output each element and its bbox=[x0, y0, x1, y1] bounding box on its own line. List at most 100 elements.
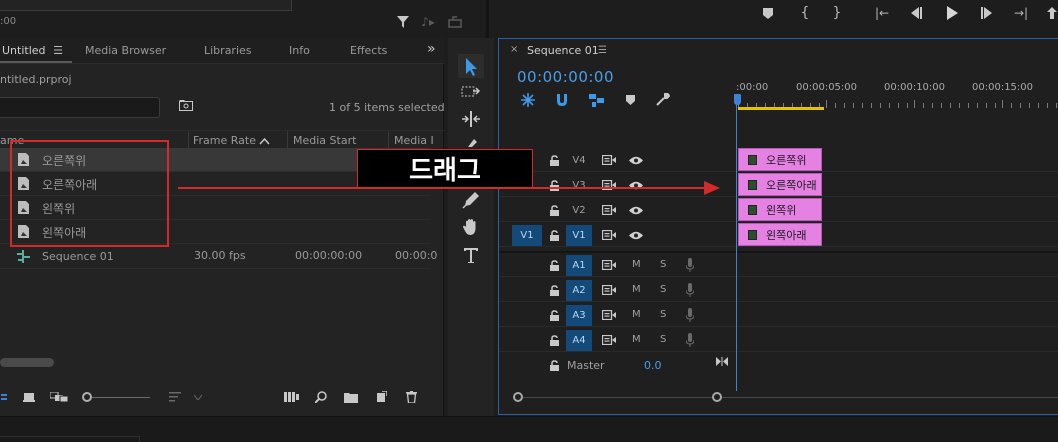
freeform-view-icon[interactable] bbox=[49, 390, 69, 404]
mark-in-icon[interactable]: { bbox=[797, 5, 813, 21]
track-name[interactable]: A1 bbox=[566, 255, 592, 276]
tab-media-browser[interactable]: Media Browser bbox=[85, 44, 166, 57]
lock-icon[interactable] bbox=[549, 359, 559, 371]
scroll-start-handle[interactable] bbox=[513, 392, 523, 402]
scroll-end-handle[interactable] bbox=[712, 392, 722, 402]
step-forward-icon[interactable] bbox=[978, 5, 996, 21]
solo-button[interactable]: S bbox=[660, 284, 666, 295]
timeline-zoom-scrollbar[interactable] bbox=[516, 397, 1058, 398]
microphone-icon[interactable] bbox=[684, 282, 696, 298]
linked-selection-icon[interactable] bbox=[587, 92, 605, 108]
lock-icon[interactable] bbox=[549, 284, 559, 296]
go-to-end-icon[interactable] bbox=[715, 355, 729, 367]
project-item-row[interactable]: Sequence 01 30.00 fps 00:00:00:00 00:00:… bbox=[0, 245, 437, 269]
mute-button[interactable]: M bbox=[632, 309, 641, 320]
panel-menu-icon[interactable]: ☰ bbox=[52, 44, 64, 56]
play-icon[interactable] bbox=[943, 5, 961, 21]
lock-icon[interactable] bbox=[549, 154, 559, 166]
more-tabs-icon[interactable]: » bbox=[427, 41, 436, 57]
hand-tool[interactable] bbox=[458, 215, 484, 239]
wrench-settings-icon[interactable] bbox=[654, 92, 672, 108]
track-name[interactable]: A3 bbox=[566, 305, 592, 326]
column-frame-rate[interactable]: Frame Rate bbox=[193, 134, 256, 147]
type-tool[interactable] bbox=[458, 243, 484, 267]
timeline-clip[interactable]: 오른쪽아래 bbox=[738, 173, 822, 196]
lock-icon[interactable] bbox=[549, 229, 559, 241]
ripple-edit-tool[interactable] bbox=[458, 107, 484, 131]
sort-ascending-icon[interactable] bbox=[258, 135, 270, 147]
trash-icon[interactable] bbox=[404, 389, 418, 404]
track-name[interactable]: A2 bbox=[566, 280, 592, 301]
track-name[interactable]: V4 bbox=[566, 150, 592, 171]
list-view-icon[interactable] bbox=[0, 390, 8, 404]
microphone-icon[interactable] bbox=[684, 307, 696, 323]
mark-out-icon[interactable]: } bbox=[829, 5, 845, 21]
audio-insert-icon[interactable]: ♪▸ bbox=[420, 14, 436, 30]
work-area-bar[interactable] bbox=[738, 107, 824, 110]
export-frame-icon[interactable] bbox=[447, 14, 463, 30]
new-bin-icon[interactable] bbox=[343, 390, 359, 404]
sync-lock-icon[interactable] bbox=[601, 308, 617, 322]
snap-magnet-icon[interactable] bbox=[554, 92, 570, 108]
tab-libraries[interactable]: Libraries bbox=[204, 44, 252, 57]
column-divider[interactable] bbox=[287, 131, 288, 149]
filter-icon[interactable] bbox=[396, 15, 410, 29]
sync-lock-icon[interactable] bbox=[601, 203, 617, 217]
lock-icon[interactable] bbox=[549, 309, 559, 321]
sync-lock-icon[interactable] bbox=[601, 153, 617, 167]
eye-icon[interactable] bbox=[628, 153, 644, 167]
tab-project-untitled[interactable]: Untitled bbox=[2, 44, 46, 57]
close-icon[interactable]: × bbox=[510, 44, 518, 55]
timeline-clip[interactable]: 왼쪽위 bbox=[738, 198, 822, 221]
mute-button[interactable]: M bbox=[632, 259, 641, 270]
go-to-out-icon[interactable]: →| bbox=[1012, 5, 1030, 21]
sync-lock-icon[interactable] bbox=[601, 283, 617, 297]
tab-info[interactable]: Info bbox=[289, 44, 310, 57]
sync-lock-icon[interactable] bbox=[601, 258, 617, 272]
column-divider[interactable] bbox=[388, 131, 389, 149]
add-marker-icon[interactable] bbox=[623, 93, 637, 107]
timeline-timecode[interactable]: 00:00:00:00 bbox=[517, 68, 614, 86]
column-media-start[interactable]: Media Start bbox=[293, 134, 356, 147]
lock-icon[interactable] bbox=[549, 334, 559, 346]
column-media-end[interactable]: Media I bbox=[394, 134, 434, 147]
horizontal-scrollbar[interactable] bbox=[0, 358, 54, 367]
automate-to-sequence-icon[interactable] bbox=[283, 390, 299, 404]
razor-tool[interactable] bbox=[458, 133, 484, 147]
lock-icon[interactable] bbox=[549, 259, 559, 271]
eye-icon[interactable] bbox=[628, 203, 644, 217]
new-search-bin-icon[interactable] bbox=[178, 99, 193, 112]
new-item-icon[interactable] bbox=[374, 389, 388, 404]
playhead-line[interactable] bbox=[736, 95, 737, 391]
add-marker-icon[interactable] bbox=[761, 6, 775, 20]
search-input[interactable] bbox=[0, 97, 160, 118]
selection-tool[interactable] bbox=[458, 54, 484, 78]
panel-menu-icon[interactable]: ☰ bbox=[598, 45, 607, 56]
track-name[interactable]: A4 bbox=[566, 330, 592, 351]
tab-sequence[interactable]: Sequence 01 bbox=[527, 44, 599, 57]
icon-view-icon[interactable] bbox=[22, 390, 36, 404]
master-volume-value[interactable]: 0.0 bbox=[644, 359, 662, 372]
find-icon[interactable] bbox=[314, 389, 328, 404]
solo-button[interactable]: S bbox=[660, 334, 666, 345]
nest-sequence-icon[interactable] bbox=[520, 92, 536, 108]
playhead-handle[interactable] bbox=[734, 94, 741, 105]
zoom-slider-handle[interactable] bbox=[82, 392, 92, 402]
sync-lock-icon[interactable] bbox=[601, 228, 617, 242]
go-to-in-icon[interactable]: |← bbox=[873, 5, 891, 21]
solo-button[interactable]: S bbox=[660, 309, 666, 320]
mute-button[interactable]: M bbox=[632, 334, 641, 345]
tab-effects[interactable]: Effects bbox=[350, 44, 387, 57]
timeline-clip[interactable]: 왼쪽아래 bbox=[738, 223, 822, 246]
track-name[interactable]: V1 bbox=[566, 225, 592, 246]
solo-button[interactable]: S bbox=[660, 259, 666, 270]
sort-icons-icon[interactable] bbox=[168, 390, 182, 404]
zoom-slider-track[interactable] bbox=[86, 397, 150, 398]
source-patch-v1[interactable]: V1 bbox=[512, 225, 542, 246]
track-name[interactable]: V2 bbox=[566, 200, 592, 221]
chevron-down-icon[interactable] bbox=[193, 390, 203, 404]
sync-lock-icon[interactable] bbox=[601, 333, 617, 347]
eye-icon[interactable] bbox=[628, 228, 644, 242]
lock-icon[interactable] bbox=[549, 204, 559, 216]
column-divider[interactable] bbox=[188, 131, 189, 149]
